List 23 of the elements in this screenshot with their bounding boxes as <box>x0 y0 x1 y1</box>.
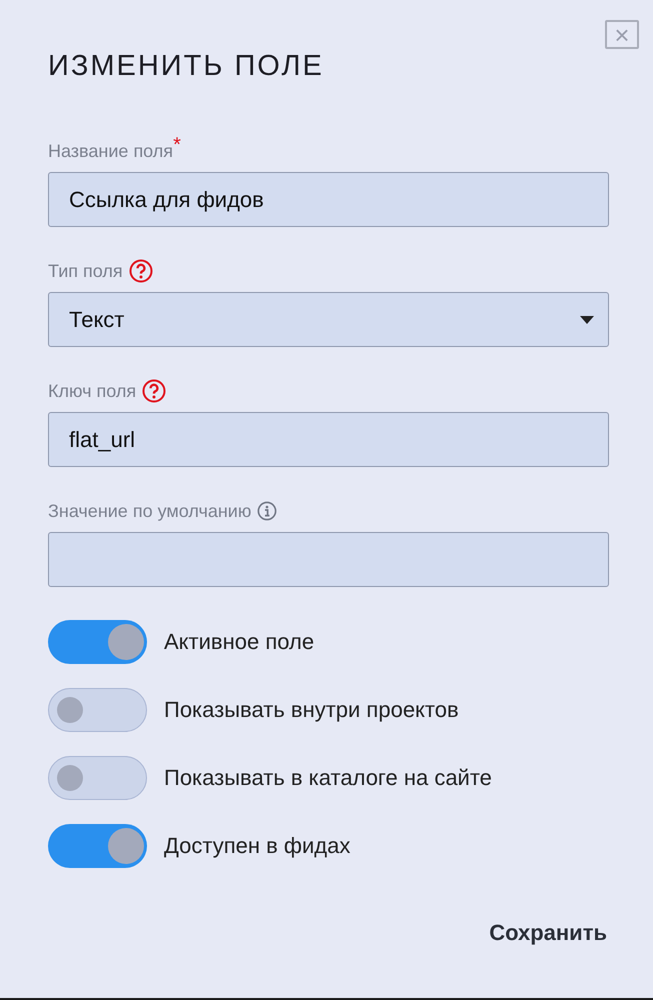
required-mark: * <box>173 134 181 157</box>
dialog-title: ИЗМЕНИТЬ ПОЛЕ <box>48 50 325 83</box>
field-label: Название поля <box>48 140 174 162</box>
toggle-switch[interactable] <box>48 688 147 732</box>
toggle-label: Активное поле <box>164 629 314 655</box>
help-icon[interactable] <box>142 379 166 403</box>
type-select[interactable]: Текст <box>48 292 609 347</box>
toggle-label: Показывать в каталоге на сайте <box>164 765 492 791</box>
input-field[interactable]: Ссылка для фидов <box>48 172 609 227</box>
toggle-label: Показывать внутри проектов <box>164 697 459 723</box>
toggle-switch[interactable] <box>48 620 147 664</box>
help-icon[interactable] <box>128 259 153 283</box>
input-field[interactable]: flat_url <box>48 412 609 467</box>
field-label: Тип поля <box>48 260 123 282</box>
save-button[interactable]: Сохранить <box>489 920 607 946</box>
field-label: Значение по умолчанию <box>48 500 252 522</box>
toggle-switch[interactable] <box>48 756 147 800</box>
toggle-switch[interactable] <box>48 824 147 868</box>
info-icon[interactable] <box>257 501 278 521</box>
input-field[interactable] <box>48 532 609 587</box>
toggle-label: Доступен в фидах <box>164 833 350 859</box>
field-label: Ключ поля <box>48 380 136 402</box>
caret-icon <box>580 316 594 324</box>
